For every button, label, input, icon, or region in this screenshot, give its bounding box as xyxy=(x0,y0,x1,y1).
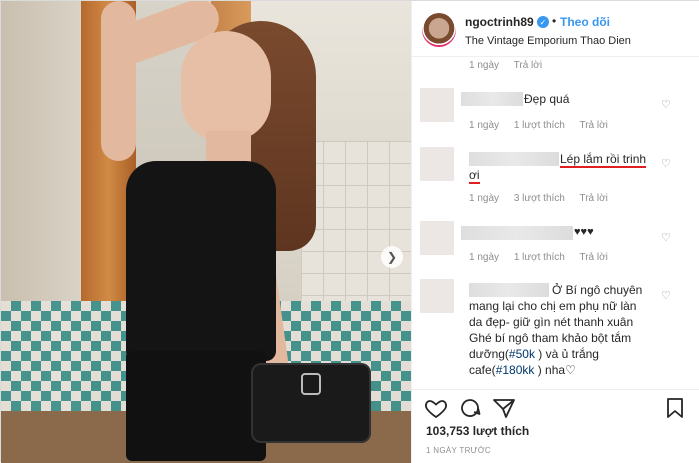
blurred-username xyxy=(469,152,559,166)
post-side-panel: ngoctrinh89 ✓ • Theo dõi The Vintage Emp… xyxy=(411,1,699,463)
carousel-next-icon[interactable]: ❯ xyxy=(381,246,403,268)
comment-text-part: ) nha♡ xyxy=(534,363,576,377)
username[interactable]: ngoctrinh89 xyxy=(465,15,534,29)
post-photo[interactable]: ❯ xyxy=(1,1,411,463)
comment-text-part: cafe( xyxy=(469,363,496,377)
separator: • xyxy=(552,14,557,28)
comment-avatar[interactable] xyxy=(420,279,454,313)
post-time: 1 NGÀY TRƯỚC xyxy=(426,446,492,455)
follow-button[interactable]: Theo dõi xyxy=(560,15,610,29)
post-header: ngoctrinh89 ✓ • Theo dõi The Vintage Emp… xyxy=(412,1,699,57)
comment-text: mang lại cho chị em phụ nữ làn xyxy=(469,299,637,313)
heart-icon[interactable]: ♡ xyxy=(661,231,671,244)
comment-text: cafe(#180kk ) nha♡ xyxy=(469,363,576,378)
hashtag-link[interactable]: #180kk xyxy=(496,363,535,377)
comment-text: Lép lắm rồi trinh xyxy=(560,152,647,168)
comment-text-highlight: ơi xyxy=(469,168,480,184)
comment-avatar[interactable] xyxy=(420,147,454,181)
comment-avatar[interactable] xyxy=(420,221,454,255)
comment-text: Ghé bí ngô tham khảo bột tắm xyxy=(469,331,632,345)
comment-text: Đẹp quá xyxy=(524,92,570,106)
reply-button[interactable]: Trả lời xyxy=(579,120,607,131)
comment-text: Ở Bí ngô chuyên xyxy=(552,283,643,297)
reply-button[interactable]: Trả lời xyxy=(579,252,607,263)
comment-text-part: ) và ủ trắng xyxy=(534,347,599,361)
comment-likes[interactable]: 1 lượt thích xyxy=(514,120,565,131)
heart-icon[interactable]: ♡ xyxy=(661,157,671,170)
location-link[interactable]: The Vintage Emporium Thao Dien xyxy=(465,35,631,47)
photo-person xyxy=(126,161,276,361)
comment-text: ♥♥♥ xyxy=(574,226,594,238)
comment-avatar[interactable] xyxy=(420,88,454,122)
blurred-username xyxy=(461,226,573,240)
comment-text-line2: ơi xyxy=(469,168,480,184)
heart-icon[interactable] xyxy=(424,396,448,420)
heart-icon[interactable]: ♡ xyxy=(661,98,671,111)
bookmark-icon[interactable] xyxy=(663,396,687,420)
reply-button[interactable]: Trả lời xyxy=(514,60,542,71)
photo-person xyxy=(126,351,266,461)
comment-meta: 1 ngày 1 lượt thích Trả lời xyxy=(469,252,620,263)
comment-likes[interactable]: 3 lượt thích xyxy=(514,193,565,204)
comment-likes[interactable]: 1 lượt thích xyxy=(514,252,565,263)
comment-text-part: dưỡng( xyxy=(469,347,509,361)
comment-time: 1 ngày xyxy=(469,120,500,131)
comment-meta: 1 ngày 3 lượt thích Trả lời xyxy=(469,193,620,204)
blurred-username xyxy=(461,92,523,106)
comment-meta: 1 ngày 1 lượt thích Trả lời xyxy=(469,120,620,131)
photo-bg xyxy=(301,141,411,301)
comment-time: 1 ngày xyxy=(469,193,500,204)
comment-time: 1 ngày xyxy=(469,252,500,263)
share-icon[interactable] xyxy=(492,396,516,420)
hashtag-link[interactable]: #50k xyxy=(509,347,535,361)
blurred-username xyxy=(469,283,549,297)
reply-button[interactable]: Trả lời xyxy=(579,193,607,204)
comments-list[interactable]: 1 ngày Trả lời Đẹp quá ♡ 1 ngày 1 lượt t… xyxy=(412,58,699,388)
comment-icon[interactable] xyxy=(458,396,482,420)
avatar[interactable] xyxy=(422,13,456,47)
post-actions: 103,753 lượt thích 1 NGÀY TRƯỚC xyxy=(412,389,699,463)
heart-icon[interactable]: ♡ xyxy=(661,289,671,302)
likes-count[interactable]: 103,753 lượt thích xyxy=(426,424,529,438)
photo-bag-logo xyxy=(301,373,321,395)
comment-text: dưỡng(#50k ) và ủ trắng xyxy=(469,347,599,362)
comment-time: 1 ngày xyxy=(469,60,500,71)
photo-person xyxy=(181,31,271,141)
verified-icon: ✓ xyxy=(537,16,549,28)
instagram-post-window: ❯ ngoctrinh89 ✓ • Theo dõi The Vintage E… xyxy=(0,0,699,463)
comment-text: da đẹp- giữ gìn nét thanh xuân xyxy=(469,315,634,329)
comment-meta: 1 ngày Trả lời xyxy=(469,60,554,71)
comment-text-highlight: Lép lắm rồi trinh xyxy=(560,152,647,168)
